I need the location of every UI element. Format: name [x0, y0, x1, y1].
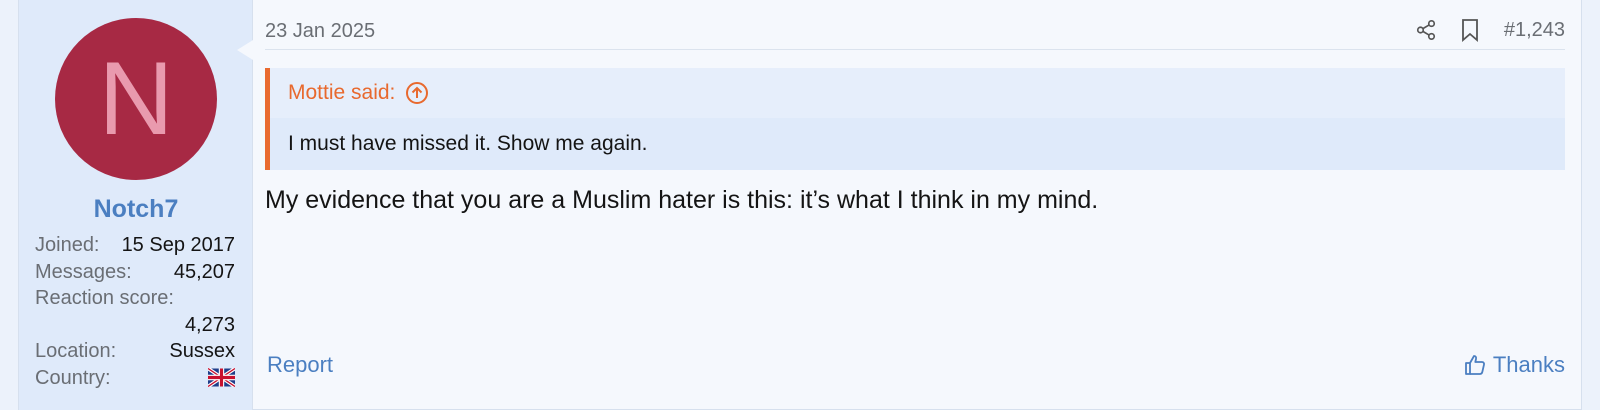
thanks-label: Thanks	[1492, 352, 1565, 377]
stat-reaction-score: Reaction score:	[35, 285, 235, 312]
user-stats: Joined: 15 Sep 2017 Messages: 45,207 Rea…	[35, 232, 235, 391]
post-header-actions: #1,243	[1414, 18, 1565, 42]
stat-value: 15 Sep 2017	[121, 234, 235, 256]
thumbs-up-icon	[1464, 355, 1485, 375]
stat-joined: Joined: 15 Sep 2017	[35, 232, 235, 259]
user-info-panel: N Notch7 Joined: 15 Sep 2017 Messages: 4…	[19, 0, 253, 410]
forum-post: N Notch7 Joined: 15 Sep 2017 Messages: 4…	[18, 0, 1582, 410]
quote-text: I must have missed it. Show me again.	[288, 132, 648, 155]
stat-messages: Messages: 45,207	[35, 259, 235, 286]
report-link[interactable]: Report	[267, 352, 333, 378]
bookmark-icon[interactable]	[1458, 18, 1482, 42]
username-link[interactable]: Notch7	[19, 195, 253, 224]
post-main: 23 Jan 2025 #1,243 Mottie said: I must h…	[265, 0, 1581, 410]
stat-label: Reaction score:	[35, 287, 174, 309]
arrow-up-circle-icon[interactable]	[405, 81, 429, 105]
avatar[interactable]: N	[55, 18, 217, 180]
post-footer: Report Thanks	[265, 352, 1565, 382]
post-header: 23 Jan 2025 #1,243	[265, 16, 1565, 50]
stat-label: Location:	[35, 340, 117, 362]
stat-value[interactable]: 45,207	[174, 259, 235, 286]
quote-header[interactable]: Mottie said:	[270, 68, 1565, 118]
post-message: My evidence that you are a Muslim hater …	[265, 186, 1099, 214]
stat-value[interactable]: Sussex	[169, 338, 235, 365]
stat-reaction-value: 4,273	[184, 313, 235, 336]
post-pointer-arrow	[237, 40, 253, 60]
stat-label: Messages:	[35, 260, 132, 283]
stat-label: Country:	[35, 366, 111, 389]
stat-country: Country:	[35, 365, 235, 392]
quote-author[interactable]: Mottie said:	[288, 81, 395, 105]
stat-label: Joined:	[35, 234, 100, 256]
post-date[interactable]: 23 Jan 2025	[265, 20, 375, 43]
quote-block: Mottie said: I must have missed it. Show…	[265, 68, 1565, 170]
stat-location: Location: Sussex	[35, 338, 235, 365]
thanks-button[interactable]: Thanks	[1463, 352, 1565, 378]
uk-flag-icon	[208, 367, 235, 387]
post-number-link[interactable]: #1,243	[1504, 19, 1565, 42]
avatar-letter: N	[98, 41, 174, 157]
share-icon[interactable]	[1414, 18, 1438, 42]
